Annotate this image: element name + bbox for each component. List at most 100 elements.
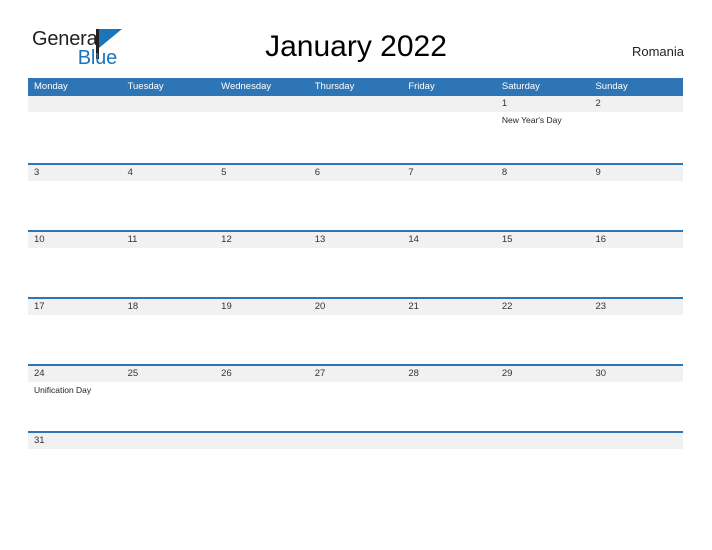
day-number: 10: [34, 234, 45, 245]
day-cell-empty: [28, 96, 122, 163]
day-cell[interactable]: 21: [402, 299, 496, 364]
calendar-grid: Monday Tuesday Wednesday Thursday Friday Satu…: [28, 78, 683, 498]
day-cell-empty: [402, 96, 496, 163]
calendar-week-row: 31: [28, 431, 683, 498]
day-cell[interactable]: 24 Unification Day: [28, 366, 122, 431]
week-cells: 1 New Year's Day 2: [28, 96, 683, 163]
day-cell[interactable]: 19: [215, 299, 309, 364]
day-number: 7: [408, 167, 414, 178]
day-number: 6: [314, 167, 321, 178]
day-event-label: Unification Day: [34, 385, 92, 395]
day-number: 17: [34, 301, 45, 312]
calendar-weeks: 1 New Year's Day 2 3 4 5 6 7 8 9 10 11 12 13 14 15 16 17 1…: [28, 96, 683, 498]
day-cell[interactable]: 17: [28, 299, 122, 364]
day-number: 11: [127, 234, 138, 245]
weekday-header-monday: Monday: [34, 81, 68, 92]
day-number: 21: [408, 301, 419, 312]
weekday-header-friday: Friday: [408, 81, 435, 92]
day-number: 8: [501, 167, 508, 178]
day-cell[interactable]: 31: [28, 433, 122, 498]
day-number: 19: [221, 301, 232, 312]
day-number: 24: [34, 368, 45, 379]
day-number: 9: [595, 167, 601, 178]
calendar-week-row: 17 18 19 20 21 22 23: [28, 297, 683, 364]
page-title: January 2022: [265, 30, 447, 63]
day-number: 5: [221, 167, 227, 178]
day-cell-empty: [215, 433, 309, 498]
week-cells: 24 Unification Day 25 26 27 28 29 30: [28, 366, 683, 431]
day-number: 20: [314, 301, 326, 312]
day-cell[interactable]: 23: [589, 299, 683, 364]
week-cells: 31: [28, 433, 683, 498]
day-number: 28: [408, 368, 419, 379]
day-cell[interactable]: 8: [496, 165, 590, 230]
day-cell[interactable]: 1 New Year's Day: [496, 96, 590, 163]
day-number: 14: [408, 234, 419, 245]
day-cell[interactable]: 26: [215, 366, 309, 431]
day-cell[interactable]: 6: [309, 165, 403, 230]
day-cell-empty: [496, 433, 590, 498]
weekday-header-wednesday: Wednesday: [221, 81, 272, 92]
day-number: 4: [127, 167, 133, 178]
week-cells: 3 4 5 6 7 8 9: [28, 165, 683, 230]
weekday-header-sunday: Sunday: [595, 81, 628, 92]
day-cell-empty: [215, 96, 309, 163]
day-cell-empty: [122, 433, 216, 498]
day-number: 25: [127, 368, 139, 379]
day-cell[interactable]: 25: [122, 366, 216, 431]
calendar-week-row: 10 11 12 13 14 15 16: [28, 230, 683, 297]
day-cell[interactable]: 28: [402, 366, 496, 431]
day-cell[interactable]: 5: [215, 165, 309, 230]
day-number: 31: [34, 435, 45, 446]
weekday-header-thursday: Thursday: [314, 81, 355, 92]
day-cell[interactable]: 7: [402, 165, 496, 230]
day-number: 23: [595, 301, 607, 312]
day-number: 15: [501, 234, 513, 245]
day-number: 18: [127, 301, 139, 312]
day-cell[interactable]: 3: [28, 165, 122, 230]
day-cell[interactable]: 20: [309, 299, 403, 364]
calendar-week-row: 24 Unification Day 25 26 27 28 29 30: [28, 364, 683, 431]
day-number: 1: [501, 98, 508, 109]
day-cell-empty: [122, 96, 216, 163]
day-number: 30: [595, 368, 607, 379]
calendar-week-row: 3 4 5 6 7 8 9: [28, 163, 683, 230]
calendar-week-row: 1 New Year's Day 2: [28, 96, 683, 163]
day-cell-empty: [309, 433, 403, 498]
weekday-header-tuesday: Tuesday: [127, 81, 164, 92]
day-cell[interactable]: 13: [309, 232, 403, 297]
day-cell[interactable]: 22: [496, 299, 590, 364]
day-cell-empty: [309, 96, 403, 163]
weekday-header-saturday: Saturday: [501, 81, 540, 92]
day-number: 2: [595, 98, 601, 109]
day-cell[interactable]: 30: [589, 366, 683, 431]
day-cell[interactable]: 11: [122, 232, 216, 297]
day-cell[interactable]: 27: [309, 366, 403, 431]
region-label: Romania: [631, 44, 684, 59]
day-number: 22: [501, 301, 513, 312]
day-number: 3: [34, 167, 40, 178]
day-number: 13: [314, 234, 326, 245]
day-number: 26: [221, 368, 232, 379]
day-cell[interactable]: 16: [589, 232, 683, 297]
day-cell[interactable]: 15: [496, 232, 590, 297]
day-number: 27: [314, 368, 326, 379]
day-cell[interactable]: 14: [402, 232, 496, 297]
day-cell[interactable]: 9: [589, 165, 683, 230]
day-number: 16: [595, 234, 607, 245]
day-number: 29: [501, 368, 513, 379]
day-cell[interactable]: 18: [122, 299, 216, 364]
day-cell[interactable]: 2: [589, 96, 683, 163]
calendar-page: General Blue January 2022 Romania Monday…: [0, 0, 712, 550]
day-cell-empty: [589, 433, 683, 498]
day-cell[interactable]: 4: [122, 165, 216, 230]
day-cell[interactable]: 29: [496, 366, 590, 431]
weekday-header-row: Monday Tuesday Wednesday Thursday Friday Satu…: [28, 78, 683, 96]
day-cell[interactable]: 12: [215, 232, 309, 297]
page-header: General Blue January 2022 Romania: [0, 0, 712, 78]
week-cells: 17 18 19 20 21 22 23: [28, 299, 683, 364]
day-number: 12: [221, 234, 232, 245]
day-cell-empty: [402, 433, 496, 498]
week-cells: 10 11 12 13 14 15 16: [28, 232, 683, 297]
day-cell[interactable]: 10: [28, 232, 122, 297]
